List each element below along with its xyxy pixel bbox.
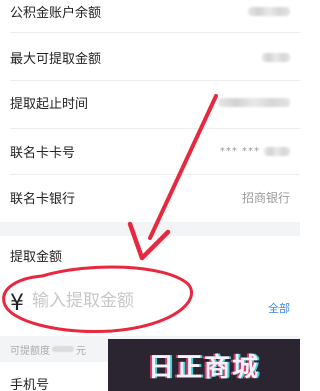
bank-row[interactable]: 联名卡银行 招商银行 <box>0 180 300 214</box>
max-withdraw-value-masked <box>262 52 290 62</box>
amount-heading: 提取金额 <box>10 249 63 265</box>
limit-prefix: 可提额度 <box>10 345 50 357</box>
withdraw-form-page: 公积金账户余额 最大可提取金额 提取起止时间 联名卡卡号 *** *** 联名卡… <box>0 0 300 391</box>
card-number-masked <box>264 146 290 156</box>
card-number-row: 联名卡卡号 *** *** <box>0 134 300 168</box>
currency-symbol: ¥ <box>10 290 24 316</box>
start-time-value-masked <box>218 97 290 107</box>
card-number-label: 联名卡卡号 <box>10 145 76 161</box>
bank-label: 联名卡银行 <box>10 191 76 207</box>
limit-value-masked <box>52 346 74 352</box>
fund-balance-label: 公积金账户余额 <box>10 5 102 21</box>
amount-input-row[interactable]: ¥ <box>0 276 300 326</box>
start-time-row: 提取起止时间 <box>0 86 300 118</box>
bank-value: 招商银行 <box>241 190 290 205</box>
divider <box>10 32 300 33</box>
fund-balance-value-masked <box>248 6 290 16</box>
withdraw-all-link[interactable]: 全部 <box>268 300 290 316</box>
watermark-logo: 日正商城 <box>108 339 300 391</box>
start-time-label: 提取起止时间 <box>10 96 89 112</box>
card-number-value: *** *** <box>219 145 260 157</box>
fund-balance-row: 公积金账户余额 <box>0 0 300 22</box>
amount-heading-row: 提取金额 <box>0 240 300 270</box>
limit-suffix: 元 <box>76 345 86 357</box>
max-withdraw-label: 最大可提取金额 <box>10 51 102 67</box>
card-number-value-group: *** *** <box>220 146 290 157</box>
amount-input[interactable] <box>32 291 232 311</box>
max-withdraw-row: 最大可提取金额 <box>0 42 300 72</box>
divider <box>10 80 300 81</box>
divider <box>10 128 300 129</box>
section-gap <box>0 222 300 236</box>
divider <box>10 174 300 175</box>
watermark-text: 日正商城 <box>147 352 260 383</box>
phone-label: 手机号 <box>10 378 50 391</box>
